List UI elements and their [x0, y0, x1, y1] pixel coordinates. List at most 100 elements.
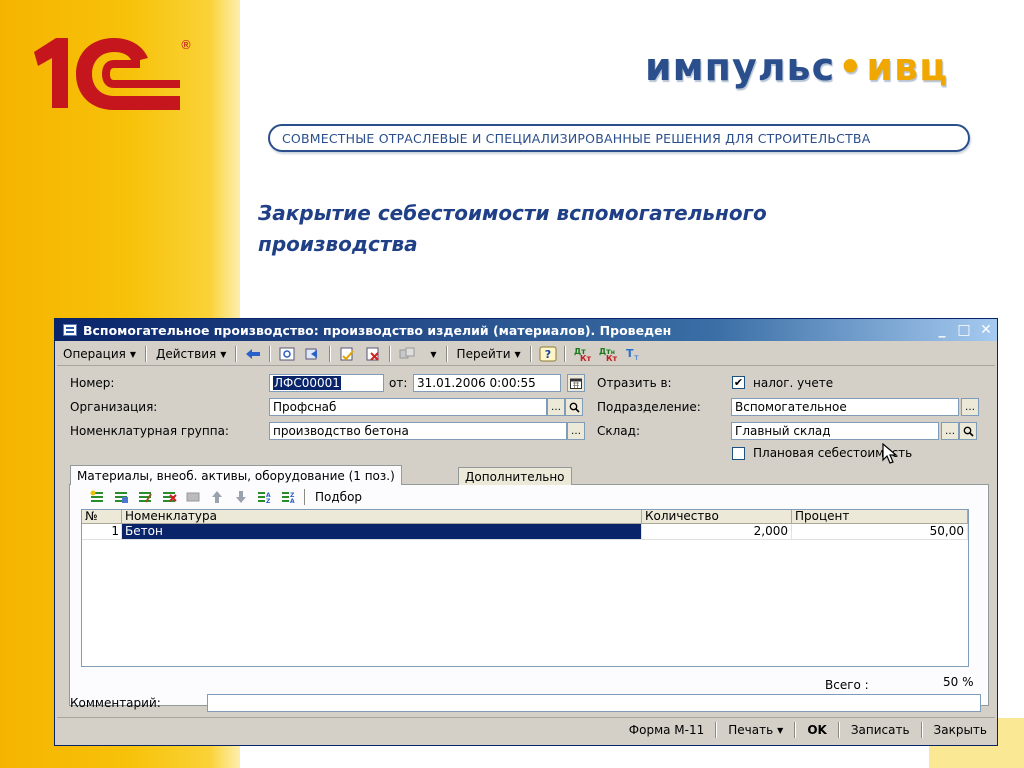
form-m11-button[interactable]: Форма М-11 [621, 720, 712, 740]
maximize-button[interactable]: □ [953, 321, 975, 339]
toolbar-separator [715, 722, 718, 738]
edit-row-icon[interactable] [136, 488, 154, 506]
toolbar-separator [269, 346, 272, 362]
department-select-button[interactable]: … [961, 398, 979, 416]
print-label: Печать [728, 723, 774, 737]
column-header-number[interactable]: № [82, 510, 122, 524]
operation-menu-label: Операция [63, 347, 126, 361]
close-button[interactable]: Закрыть [926, 720, 995, 740]
sort-asc-icon[interactable]: AZ [256, 488, 274, 506]
tt-icon[interactable]: Тт [624, 345, 644, 363]
table-row[interactable]: 1 Бетон 2,000 50,00 [82, 524, 968, 540]
transfer-icon[interactable] [303, 345, 323, 363]
warehouse-select-button[interactable]: … [941, 422, 959, 440]
close-window-button[interactable]: ✕ [975, 321, 997, 339]
calendar-icon[interactable] [567, 374, 585, 392]
print-menu[interactable]: Печать ▼ [720, 720, 791, 740]
nomenclature-group-select-button[interactable]: … [567, 422, 585, 440]
date-label: от: [389, 376, 408, 390]
command-bar: Операция ▼ Действия ▼ ▼ Перейти ▼ ? Дт К… [57, 343, 995, 366]
mouse-cursor-icon [882, 443, 898, 464]
brand-name-part1: импульс [645, 45, 836, 89]
logo-1c: ® [30, 30, 200, 116]
organization-label: Организация: [70, 400, 158, 414]
logo-1c-icon [34, 38, 180, 110]
question-icon[interactable]: ? [538, 345, 558, 363]
percent-cell[interactable]: 50,00 [792, 524, 968, 540]
planned-cost-checkbox[interactable] [732, 447, 745, 460]
actions-menu[interactable]: Действия ▼ [150, 344, 232, 364]
toolbar-separator [145, 346, 147, 362]
column-header-quantity[interactable]: Количество [642, 510, 792, 524]
save-button[interactable]: Записать [843, 720, 918, 740]
structure-dropdown[interactable]: ▼ [420, 344, 442, 364]
actions-menu-label: Действия [156, 347, 217, 361]
chevron-down-icon: ▼ [514, 349, 521, 359]
delete-row-icon[interactable] [160, 488, 178, 506]
move-up-icon[interactable] [208, 488, 226, 506]
selection-button[interactable]: Подбор [309, 487, 368, 507]
materials-table: № Номенклатура Количество Процент 1 Бето… [81, 509, 969, 667]
move-down-icon[interactable] [232, 488, 250, 506]
add-row-icon[interactable] [88, 488, 106, 506]
reflect-in-label: Отразить в: [597, 376, 672, 390]
toolbar-separator [235, 346, 238, 362]
svg-text:?: ? [545, 348, 551, 361]
operation-menu[interactable]: Операция ▼ [57, 344, 142, 364]
comment-field[interactable] [207, 694, 981, 712]
warehouse-label: Склад: [597, 424, 640, 438]
comment-label: Комментарий: [70, 696, 161, 710]
dtn-kt-icon[interactable]: Дтн Кт [598, 345, 618, 363]
nomenclature-group-field[interactable]: производство бетона [269, 422, 567, 440]
slide-title: Закрытие себестоимости вспомогательного … [258, 201, 767, 256]
table-header: № Номенклатура Количество Процент [82, 510, 968, 524]
date-field[interactable]: 31.01.2006 0:00:55 [413, 374, 561, 392]
organization-field[interactable]: Профснаб [269, 398, 547, 416]
copy-row-icon[interactable] [112, 488, 130, 506]
window-titlebar[interactable]: Вспомогательное производство: производст… [55, 319, 997, 341]
minimize-button[interactable]: _ [931, 321, 953, 339]
tab-materials[interactable]: Материалы, внеоб. активы, оборудование (… [70, 465, 402, 485]
goto-menu-label: Перейти [456, 347, 511, 361]
tab-additional[interactable]: Дополнительно [458, 467, 572, 485]
search-icon[interactable] [959, 422, 977, 440]
warehouse-field[interactable]: Главный склад [731, 422, 939, 440]
tax-accounting-label: налог. учете [753, 376, 834, 390]
quantity-cell[interactable]: 2,000 [642, 524, 792, 540]
svg-text:A: A [290, 498, 295, 504]
department-field[interactable]: Вспомогательное [731, 398, 959, 416]
number-field[interactable]: ЛФС00001 [269, 374, 384, 392]
structure-icon[interactable] [397, 345, 417, 363]
unpost-document-icon[interactable] [363, 345, 383, 363]
toolbar-separator [445, 346, 448, 362]
window-title: Вспомогательное производство: производст… [83, 322, 672, 338]
column-header-percent[interactable]: Процент [792, 510, 968, 524]
column-header-nomenclature[interactable]: Номенклатура [122, 510, 642, 524]
nomenclature-cell[interactable]: Бетон [122, 524, 642, 540]
row-number-cell: 1 [82, 524, 122, 540]
post-document-icon[interactable] [337, 345, 357, 363]
refresh-icon[interactable] [277, 345, 297, 363]
svg-text:т: т [634, 353, 639, 362]
chevron-down-icon: ▼ [220, 349, 227, 359]
toolbar-separator [837, 722, 840, 738]
end-edit-icon[interactable] [184, 488, 202, 506]
department-label: Подразделение: [597, 400, 701, 414]
chevron-down-icon: ▼ [430, 349, 437, 359]
table-toolbar: AZ ZA Подбор [85, 487, 368, 507]
tax-accounting-checkbox[interactable]: ✔ [732, 376, 745, 389]
ok-button[interactable]: OK [799, 720, 835, 740]
sort-desc-icon[interactable]: ZA [280, 488, 298, 506]
organization-select-button[interactable]: … [547, 398, 565, 416]
brand-name-part2: ивц [866, 45, 949, 89]
dt-kt-icon[interactable]: Дт Кт [572, 345, 592, 363]
registered-mark: ® [180, 38, 192, 52]
toolbar-separator [794, 722, 797, 738]
toolbar-separator [529, 346, 532, 362]
back-arrow-icon[interactable] [243, 345, 263, 363]
number-label: Номер: [70, 376, 115, 390]
brand-dot: • [838, 45, 864, 89]
goto-menu[interactable]: Перейти ▼ [451, 344, 527, 364]
document-window: Вспомогательное производство: производст… [54, 318, 998, 746]
search-icon[interactable] [565, 398, 583, 416]
